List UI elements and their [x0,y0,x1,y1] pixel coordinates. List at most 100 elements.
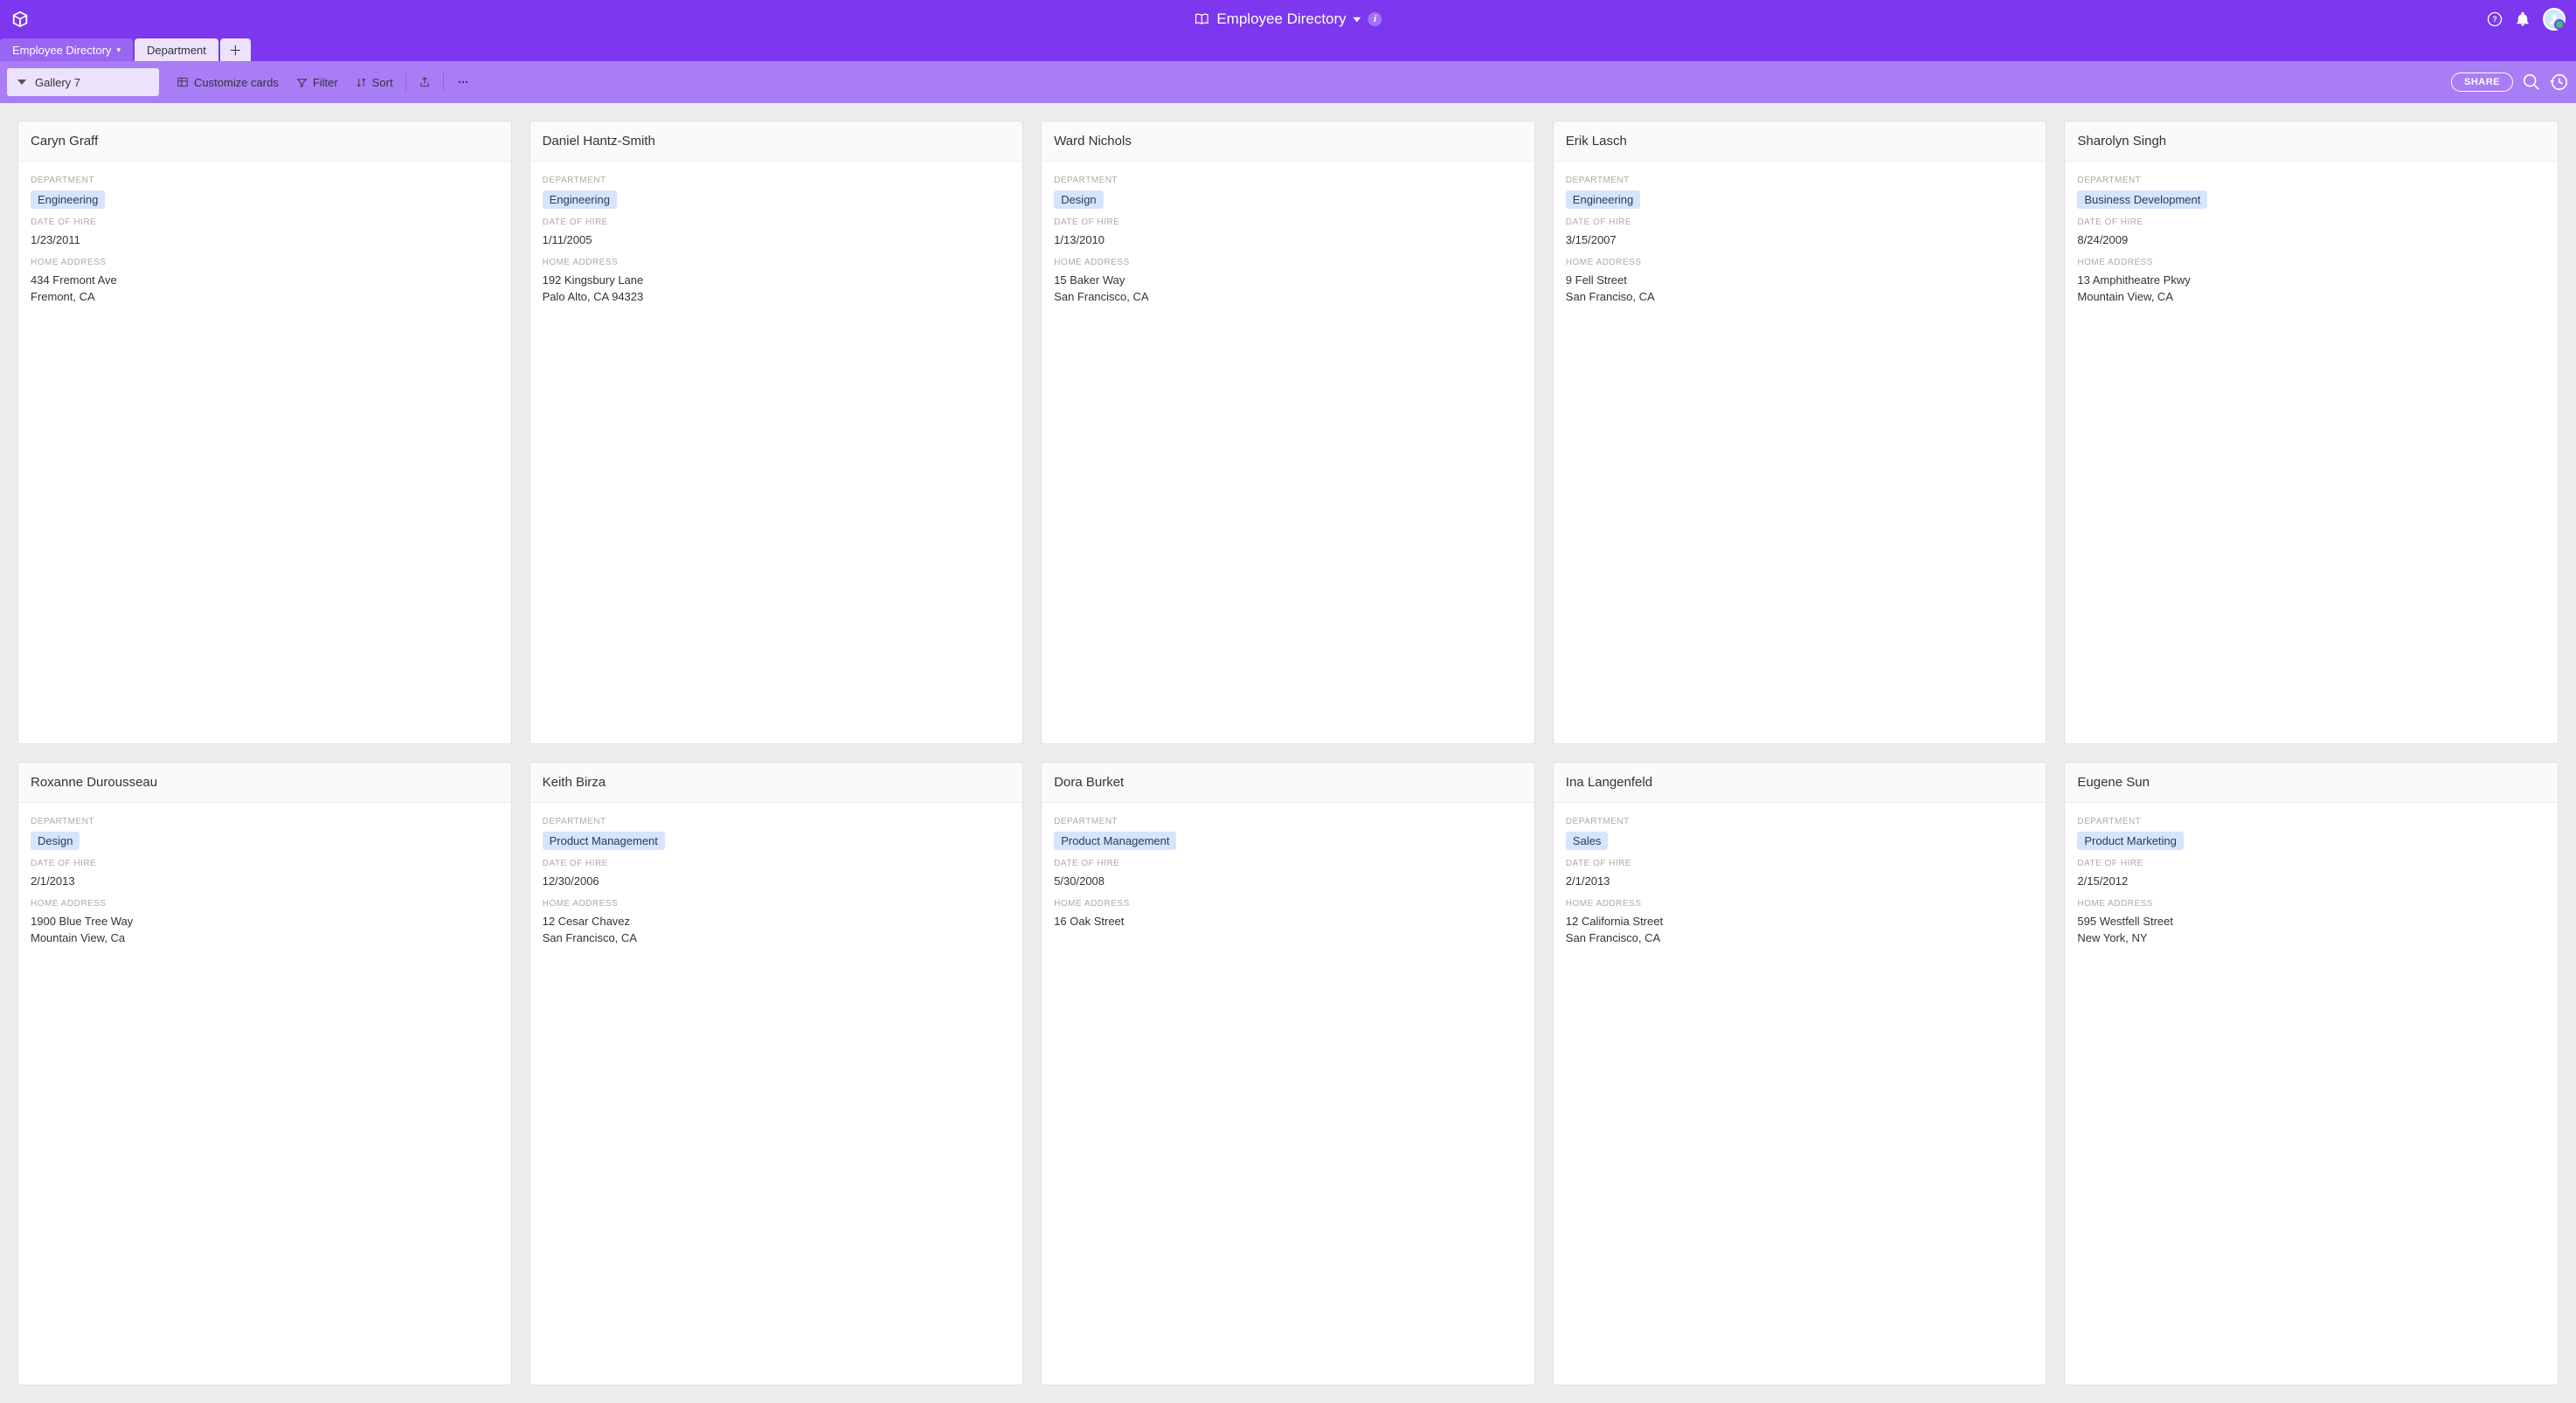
field-date-of-hire: DATE OF HIRE 2/15/2012 [2065,850,2558,890]
record-card[interactable]: Sharolyn Singh DEPARTMENT Business Devel… [2064,121,2559,744]
more-options-button[interactable] [447,68,479,96]
field-label: DATE OF HIRE [31,218,499,227]
field-home-address: HOME ADDRESS 12 Cesar Chavez San Francis… [530,890,1023,947]
plus-icon: ＋ [229,41,242,59]
field-department: DEPARTMENT Engineering [530,167,1023,209]
card-title: Ward Nichols [1042,121,1534,162]
card-body: DEPARTMENT Engineering DATE OF HIRE 1/11… [530,162,1023,321]
field-value: 3/15/2007 [1566,232,2034,249]
sort-icon [356,77,367,88]
bell-icon[interactable] [2515,11,2531,27]
department-pill: Engineering [31,190,105,209]
field-value: 13 Amphitheatre Pkwy Mountain View, CA [2077,273,2545,306]
button-label: Customize cards [194,76,279,89]
record-card[interactable]: Keith Birza DEPARTMENT Product Managemen… [530,762,1024,1386]
card-body: DEPARTMENT Engineering DATE OF HIRE 1/23… [18,162,511,321]
field-label: DATE OF HIRE [1054,859,1522,868]
field-label: DEPARTMENT [31,817,499,826]
department-pill: Design [1054,190,1103,209]
history-icon[interactable] [2550,73,2569,92]
record-card[interactable]: Dora Burket DEPARTMENT Product Managemen… [1041,762,1535,1386]
help-icon[interactable]: ? [2487,11,2503,27]
record-card[interactable]: Caryn Graff DEPARTMENT Engineering DATE … [17,121,512,744]
field-label: HOME ADDRESS [543,899,1011,909]
info-icon[interactable]: i [1368,12,1382,26]
card-title: Eugene Sun [2065,763,2558,803]
field-label: HOME ADDRESS [543,258,1011,267]
field-date-of-hire: DATE OF HIRE 2/1/2013 [1554,850,2046,890]
share-export-button[interactable] [410,68,440,96]
card-body: DEPARTMENT Design DATE OF HIRE 1/13/2010… [1042,162,1534,321]
filter-icon [296,77,308,88]
card-title: Roxanne Durousseau [18,763,511,803]
app-logo[interactable] [10,10,30,29]
department-pill: Business Development [2077,190,2207,209]
card-title: Sharolyn Singh [2065,121,2558,162]
field-label: HOME ADDRESS [31,899,499,909]
field-department: DEPARTMENT Sales [1554,808,2046,850]
record-card[interactable]: Ina Langenfeld DEPARTMENT Sales DATE OF … [1553,762,2047,1386]
book-icon [1194,11,1209,27]
view-toolbar: Gallery 7 Customize cards Filter Sort SH… [0,61,2576,103]
table-tabs: Employee Directory ▾ Department ＋ [0,38,2576,61]
search-icon[interactable] [2522,73,2541,92]
card-body: DEPARTMENT Product Management DATE OF HI… [1042,803,1534,946]
card-body: DEPARTMENT Business Development DATE OF … [2065,162,2558,321]
field-home-address: HOME ADDRESS 16 Oak Street [1042,890,1534,930]
button-label: Filter [313,76,338,89]
card-body: DEPARTMENT Design DATE OF HIRE 2/1/2013 … [18,803,511,963]
base-title-area[interactable]: Employee Directory i [1194,10,1381,28]
avatar[interactable] [2543,8,2566,31]
field-date-of-hire: DATE OF HIRE 5/30/2008 [1042,850,1534,890]
customize-cards-button[interactable]: Customize cards [168,68,287,96]
sort-button[interactable]: Sort [347,68,402,96]
field-value: 12/30/2006 [543,874,1011,890]
button-label: Sort [372,76,393,89]
add-table-button[interactable]: ＋ [220,38,251,61]
box-icon [10,10,30,29]
record-card[interactable]: Erik Lasch DEPARTMENT Engineering DATE O… [1553,121,2047,744]
field-label: DATE OF HIRE [31,859,499,868]
record-card[interactable]: Roxanne Durousseau DEPARTMENT Design DAT… [17,762,512,1386]
card-title: Keith Birza [530,763,1023,803]
card-title: Erik Lasch [1554,121,2046,162]
field-label: HOME ADDRESS [2077,258,2545,267]
card-title: Dora Burket [1042,763,1534,803]
field-value: 12 California Street San Francisco, CA [1566,914,2034,947]
field-home-address: HOME ADDRESS 9 Fell Street San Franciso,… [1554,249,2046,306]
field-label: DATE OF HIRE [2077,218,2545,227]
field-label: DEPARTMENT [1566,817,2034,826]
record-card[interactable]: Ward Nichols DEPARTMENT Design DATE OF H… [1041,121,1535,744]
field-department: DEPARTMENT Business Development [2065,167,2558,209]
field-value: 16 Oak Street [1054,914,1522,930]
tab-employee-directory[interactable]: Employee Directory ▾ [0,38,133,61]
field-department: DEPARTMENT Product Management [1042,808,1534,850]
card-body: DEPARTMENT Sales DATE OF HIRE 2/1/2013 H… [1554,803,2046,963]
tab-department[interactable]: Department [135,38,218,61]
field-label: HOME ADDRESS [1054,258,1522,267]
record-card[interactable]: Eugene Sun DEPARTMENT Product Marketing … [2064,762,2559,1386]
view-switcher[interactable]: Gallery 7 [7,68,159,96]
field-label: HOME ADDRESS [31,258,499,267]
field-label: HOME ADDRESS [1566,258,2034,267]
filter-button[interactable]: Filter [287,68,347,96]
field-label: DEPARTMENT [1054,176,1522,185]
button-label: SHARE [2464,77,2500,87]
record-card[interactable]: Daniel Hantz-Smith DEPARTMENT Engineerin… [530,121,1024,744]
share-button[interactable]: SHARE [2451,73,2513,92]
tab-label: Employee Directory [12,44,111,57]
field-value: 595 Westfell Street New York, NY [2077,914,2545,947]
field-label: DATE OF HIRE [1566,218,2034,227]
field-label: HOME ADDRESS [2077,899,2545,909]
card-title: Daniel Hantz-Smith [530,121,1023,162]
cards-icon [177,76,189,88]
field-label: DEPARTMENT [1054,817,1522,826]
field-department: DEPARTMENT Engineering [1554,167,2046,209]
divider [443,73,444,92]
field-label: DATE OF HIRE [1054,218,1522,227]
field-value: 192 Kingsbury Lane Palo Alto, CA 94323 [543,273,1011,306]
field-home-address: HOME ADDRESS 192 Kingsbury Lane Palo Alt… [530,249,1023,306]
department-pill: Engineering [1566,190,1640,209]
field-value: 15 Baker Way San Francisco, CA [1054,273,1522,306]
card-title: Ina Langenfeld [1554,763,2046,803]
